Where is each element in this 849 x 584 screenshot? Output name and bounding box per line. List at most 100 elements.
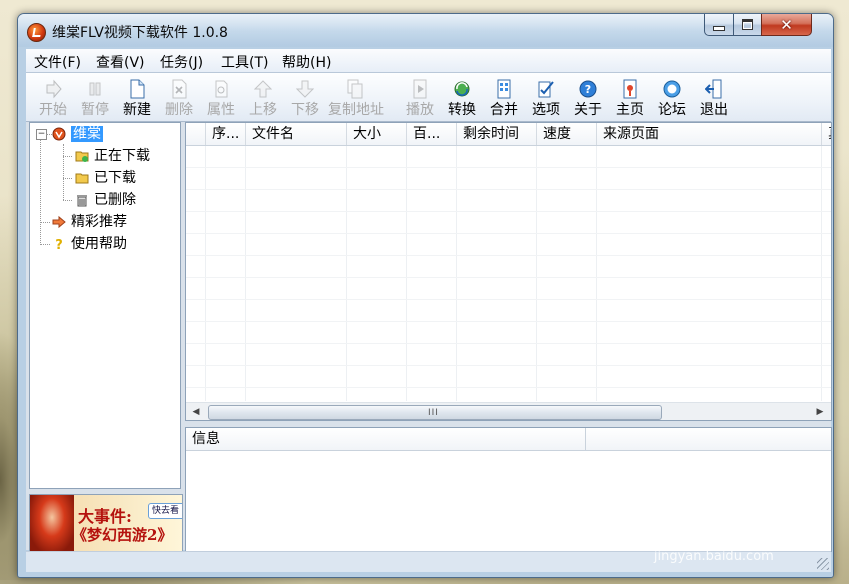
toolbar-copyaddress-button[interactable]: 复制地址 — [328, 73, 384, 121]
menu-bar: 文件(F) 查看(V) 任务(J) 工具(T) 帮助(H) — [26, 49, 831, 73]
grid-line — [406, 146, 407, 401]
close-button[interactable]: ✕ — [761, 14, 812, 36]
grid-line — [186, 365, 831, 366]
maximize-button[interactable] — [733, 14, 762, 36]
trash-icon — [77, 195, 87, 207]
about-icon: ? — [579, 80, 597, 98]
weitang-logo-icon — [52, 127, 66, 141]
help-question-icon: ? — [55, 238, 63, 251]
column-header-filename[interactable]: 文件名 — [245, 123, 346, 145]
svg-text:?: ? — [55, 238, 63, 251]
forum-icon — [663, 80, 681, 98]
recommend-arrow-icon — [52, 215, 66, 229]
toolbar-movedown-label: 下移 — [291, 102, 319, 118]
grid-line — [186, 167, 831, 168]
tree-item-downloading[interactable]: 正在下载 — [75, 146, 150, 166]
client-area: − 维棠 正在下载 已下载 已删除 精彩推荐 ? 使用帮助 大事件: 《梦幻西游… — [26, 122, 832, 552]
tree-line — [40, 244, 50, 245]
column-header-remaining-time[interactable]: 剩余时间 — [456, 123, 536, 145]
grid-line — [536, 146, 537, 401]
column-header-info[interactable]: 信息 — [186, 428, 586, 450]
menu-tools[interactable]: 工具(T) — [221, 52, 268, 72]
pause-icon — [89, 82, 101, 96]
horizontal-scrollbar[interactable]: ◀ III ▶ — [186, 402, 831, 420]
grid-line — [596, 146, 597, 401]
tree-item-recommend[interactable]: 精彩推荐 — [52, 212, 127, 232]
tree-line — [40, 222, 50, 223]
merge-icon — [497, 79, 511, 99]
scrollbar-thumb[interactable]: III — [208, 405, 662, 420]
minimize-button[interactable] — [704, 14, 734, 36]
svg-text:?: ? — [585, 83, 591, 96]
toolbar-exit-button[interactable]: 退出 — [693, 73, 735, 121]
copy-address-icon — [347, 79, 363, 99]
tree-line — [63, 200, 72, 201]
downloading-folder-icon — [75, 151, 89, 162]
task-list[interactable]: 序... 文件名 大小 百... 剩余时间 速度 来源页面 真 — [185, 122, 832, 421]
task-list-header: 序... 文件名 大小 百... 剩余时间 速度 来源页面 真 — [186, 123, 831, 146]
ad-banner[interactable]: 大事件: 《梦幻西游2》 快去看 — [29, 494, 183, 552]
grid-line — [205, 146, 206, 401]
watermark-url: jingyan.baidu.com — [653, 549, 774, 564]
close-icon: ✕ — [780, 15, 793, 34]
watermark-brand: Bai du 经验 — [626, 516, 801, 549]
column-header-speed[interactable]: 速度 — [536, 123, 596, 145]
exit-icon — [705, 79, 722, 99]
minimize-icon — [713, 25, 725, 31]
menu-view[interactable]: 查看(V) — [96, 52, 145, 72]
grid-line — [186, 189, 831, 190]
downloaded-folder-icon — [75, 173, 89, 184]
options-icon — [538, 81, 554, 98]
toolbar-movedown-button[interactable]: 下移 — [284, 73, 326, 121]
grid-line — [186, 321, 831, 322]
grid-line — [186, 277, 831, 278]
grid-line — [186, 255, 831, 256]
title-bar[interactable]: 维棠FLV视频下载软件 1.0.8 ✕ — [18, 14, 833, 47]
column-header-real-address[interactable]: 真 — [821, 123, 831, 145]
grid-line — [456, 146, 457, 401]
scrollbar-grip: III — [428, 408, 439, 418]
grid-line — [245, 146, 246, 401]
homepage-icon — [623, 79, 637, 99]
scroll-left-icon[interactable]: ◀ — [190, 406, 202, 418]
grid-line — [186, 299, 831, 300]
tree-item-help[interactable]: ? 使用帮助 — [52, 234, 127, 254]
grid-line — [821, 146, 822, 401]
banner-game-title: 《梦幻西游2》 — [72, 526, 173, 544]
baidu-watermark: Bai du 经验 jingyan.baidu.com — [627, 511, 801, 564]
tree-item-label: 已删除 — [94, 192, 136, 208]
tree-root-weitang[interactable]: 维棠 — [52, 124, 103, 144]
toolbar: 开始 暂停 新建 删除 属性 上移 下移 复制地址 播放 转换 合并 选项 ? … — [26, 73, 831, 122]
move-up-icon — [254, 80, 272, 98]
banner-cta[interactable]: 快去看 — [148, 503, 182, 519]
tree-root-label: 维棠 — [71, 126, 103, 142]
grid-line — [186, 233, 831, 234]
grid-line — [186, 343, 831, 344]
grid-line — [186, 211, 831, 212]
grid-line — [186, 387, 831, 388]
app-logo-icon[interactable] — [27, 23, 46, 42]
tree-item-downloaded[interactable]: 已下载 — [75, 168, 136, 188]
tree-line — [63, 144, 64, 200]
column-header-index[interactable]: 序... — [205, 123, 245, 145]
resize-grip-icon[interactable] — [817, 558, 829, 570]
scroll-right-icon[interactable]: ▶ — [814, 406, 826, 418]
convert-icon — [454, 81, 470, 97]
column-header-info-extra[interactable] — [586, 428, 831, 450]
category-tree[interactable]: − 维棠 正在下载 已下载 已删除 精彩推荐 ? 使用帮助 — [29, 122, 181, 489]
tree-item-label: 正在下载 — [94, 148, 150, 164]
tree-line — [63, 178, 72, 179]
tree-item-label: 精彩推荐 — [71, 214, 127, 230]
menu-task[interactable]: 任务(J) — [160, 52, 203, 72]
properties-icon — [215, 80, 228, 98]
tree-item-label: 已下载 — [94, 170, 136, 186]
info-panel-header: 信息 — [186, 428, 831, 451]
tree-item-deleted[interactable]: 已删除 — [75, 190, 136, 210]
column-header-percent[interactable]: 百... — [406, 123, 456, 145]
menu-file[interactable]: 文件(F) — [34, 52, 81, 72]
column-header-source-page[interactable]: 来源页面 — [596, 123, 821, 145]
menu-help[interactable]: 帮助(H) — [282, 52, 331, 72]
column-header-size[interactable]: 大小 — [346, 123, 406, 145]
column-header-icon[interactable] — [186, 123, 205, 145]
play-media-icon — [413, 79, 427, 99]
